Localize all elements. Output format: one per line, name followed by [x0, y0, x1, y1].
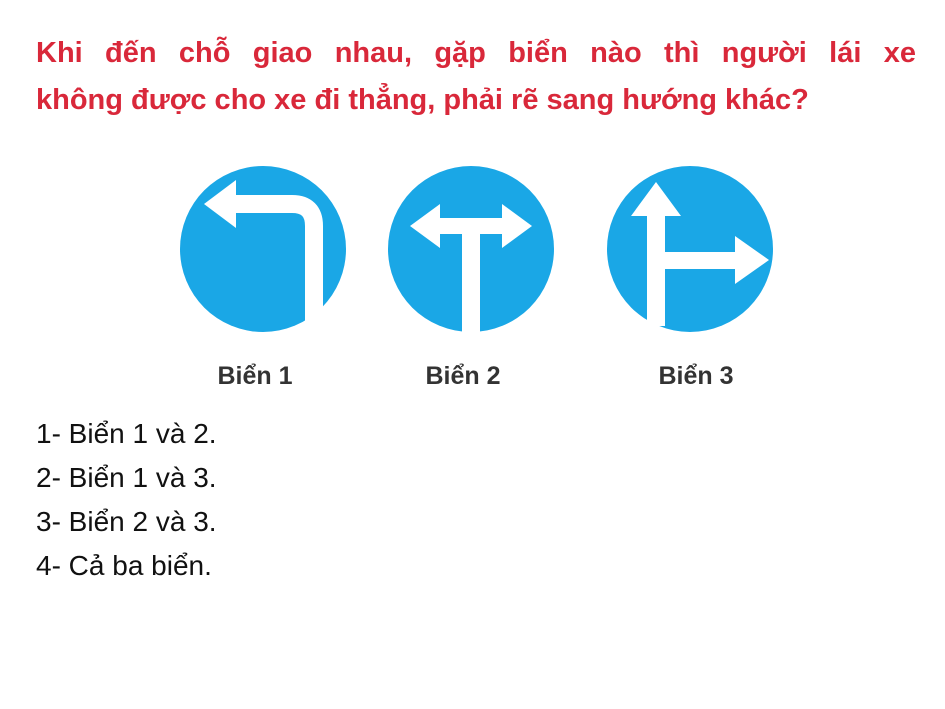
turn-left-or-right-sign-icon: [388, 166, 554, 332]
sign-3-label: Biển 3: [658, 362, 734, 390]
sign-group: Biển 1 Biển 2 Biển 3: [0, 160, 945, 400]
answer-option-4[interactable]: 4- Cả ba biển.: [36, 544, 217, 588]
answer-list: 1- Biển 1 và 2. 2- Biển 1 và 3. 3- Biển …: [36, 412, 217, 588]
question-text: Khi đến chỗ giao nhau, gặp biển nào thì …: [36, 30, 916, 124]
answer-option-2[interactable]: 2- Biển 1 và 3.: [36, 456, 217, 500]
sign-2-label: Biển 2: [425, 362, 501, 390]
question-line-2: không được cho xe đi thẳng, phải rẽ sang…: [36, 84, 809, 116]
answer-option-1[interactable]: 1- Biển 1 và 2.: [36, 412, 217, 456]
sign-1-label: Biển 1: [217, 362, 293, 390]
answer-option-3[interactable]: 3- Biển 2 và 3.: [36, 500, 217, 544]
straight-or-right-sign-icon: [607, 166, 773, 332]
turn-left-only-sign-icon: [180, 166, 346, 332]
question-line-1: Khi đến chỗ giao nhau, gặp biển nào thì …: [36, 37, 916, 69]
